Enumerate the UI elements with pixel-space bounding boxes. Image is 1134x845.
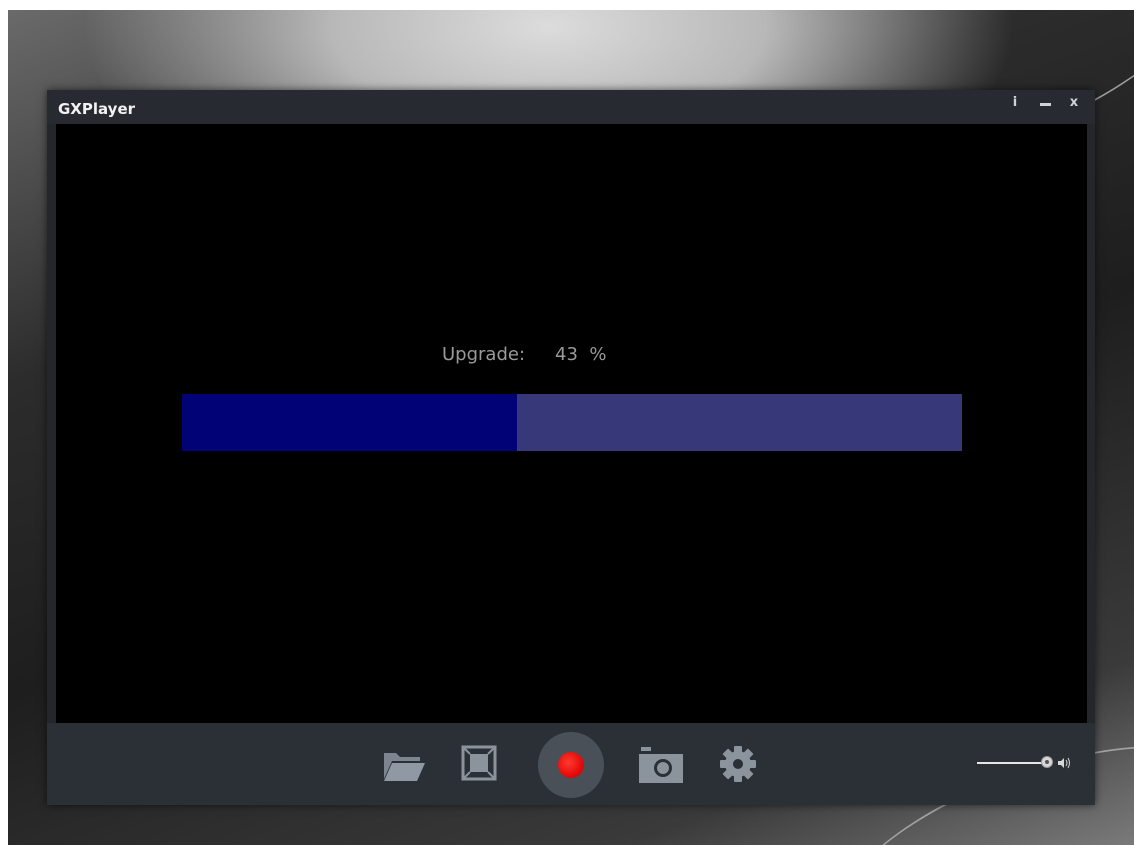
record-button[interactable] [538, 732, 604, 798]
gear-icon [720, 746, 756, 782]
camera-icon [639, 747, 683, 783]
window-title: GXPlayer [58, 100, 136, 118]
folder-open-icon [384, 753, 425, 781]
upgrade-percent: 43 % [555, 344, 607, 365]
upgrade-progress-bar [182, 394, 962, 451]
close-button[interactable]: x [1065, 94, 1083, 112]
open-file-button[interactable] [382, 747, 426, 783]
upgrade-status: Upgrade: 43 % [442, 344, 606, 365]
volume-control[interactable] [977, 753, 1070, 773]
volume-slider-track[interactable] [977, 762, 1049, 764]
minimize-icon [1040, 103, 1051, 106]
upgrade-label: Upgrade: [442, 344, 526, 365]
record-icon [558, 752, 584, 778]
volume-icon[interactable] [1057, 757, 1071, 769]
video-area: Upgrade: 43 % [56, 124, 1087, 723]
fullscreen-icon [461, 745, 497, 781]
minimize-button[interactable] [1037, 94, 1055, 112]
upgrade-progress-fill [182, 394, 518, 451]
settings-button[interactable] [719, 745, 757, 783]
snapshot-button[interactable] [637, 745, 685, 785]
title-bar[interactable]: GXPlayer i x [47, 90, 1095, 124]
info-button[interactable]: i [1006, 94, 1024, 112]
fullscreen-button[interactable] [461, 745, 497, 781]
control-toolbar [47, 723, 1095, 805]
player-window: GXPlayer i x Upgrade: 43 % [47, 90, 1095, 805]
volume-slider-handle[interactable] [1040, 756, 1053, 768]
